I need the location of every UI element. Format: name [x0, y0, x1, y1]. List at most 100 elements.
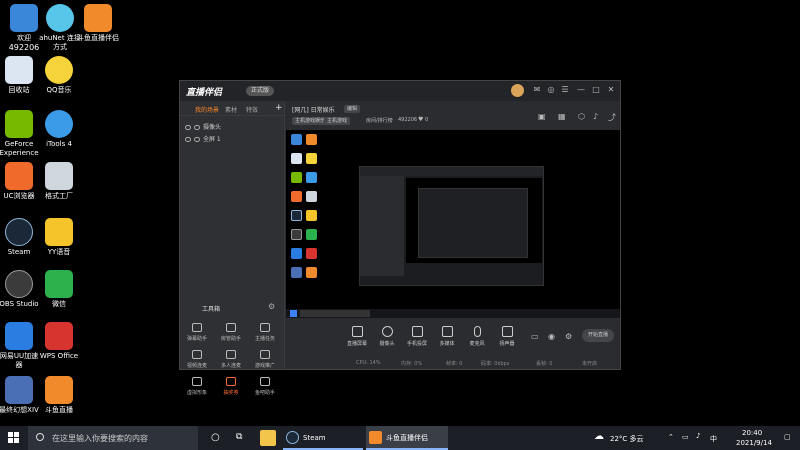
message-icon[interactable]: ✉: [532, 85, 542, 95]
monitor-icon: [351, 326, 363, 337]
desktop-icon-wps[interactable]: WPS Office: [37, 322, 81, 361]
tool-multi-link[interactable]: 多人连麦: [214, 350, 248, 369]
desktop-icon-obs[interactable]: OBS Studio: [0, 270, 41, 309]
version-badge[interactable]: 正式版: [246, 86, 275, 96]
camera-icon: [381, 326, 393, 337]
file-explorer-icon[interactable]: [260, 430, 276, 446]
skin-icon[interactable]: ◎: [546, 85, 556, 95]
cortana-icon[interactable]: ○: [211, 432, 220, 443]
network-icon[interactable]: ▭: [682, 433, 689, 441]
notification-icon[interactable]: ▢: [784, 433, 791, 441]
wps-icon: [45, 322, 73, 350]
menu-icon[interactable]: ☰: [560, 85, 570, 95]
taskbar-steam[interactable]: Steam: [283, 426, 363, 450]
screen-capture-button[interactable]: 直播屏幕: [342, 326, 372, 347]
tool-tasks[interactable]: 主播任务: [248, 323, 282, 342]
media-button[interactable]: 多媒体: [432, 326, 462, 347]
tool-label: 游戏推广: [254, 363, 275, 369]
grid-icon[interactable]: ▦: [558, 112, 566, 121]
desktop-icon-yy[interactable]: YY语音: [37, 218, 81, 257]
desktop-icon-ff14[interactable]: 最终幻想XIV: [0, 376, 41, 415]
source-item[interactable]: 全屏 1: [185, 134, 221, 143]
settings-icon[interactable]: ⚙: [565, 332, 572, 341]
search-icon: [36, 433, 44, 441]
preview-app-icon: [306, 134, 317, 145]
avatar-icon: [192, 377, 202, 386]
live-preview[interactable]: [286, 130, 620, 318]
tool-video-link[interactable]: 视频连麦: [180, 350, 214, 369]
desktop-icon-format-factory[interactable]: 格式工厂: [37, 162, 81, 201]
app-icon: [5, 322, 33, 350]
toolbox-settings-icon[interactable]: ⚙: [268, 302, 275, 311]
desktop-icon-uc-browser[interactable]: UC浏览器: [0, 162, 41, 201]
preview-app-icon: [291, 248, 302, 259]
source-item[interactable]: 摄像头: [185, 122, 221, 131]
tool-danmu[interactable]: 弹幕助手: [180, 323, 214, 342]
chevron-up-icon[interactable]: ⌃: [668, 433, 674, 441]
clock-time[interactable]: 20:40: [742, 429, 762, 437]
desktop-icon-recycle-bin[interactable]: 回收站: [0, 56, 41, 95]
add-scene-button[interactable]: +: [275, 103, 283, 113]
bell-icon[interactable]: ♪: [593, 112, 598, 121]
preview-taskbar: [286, 309, 620, 318]
window-titlebar: 直播伴侣 正式版 ✉ ◎ ☰ — □ ✕: [180, 81, 620, 101]
room-tag: 主机游戏: [324, 117, 351, 125]
desktop-icon-qqmusic[interactable]: QQ音乐: [37, 56, 81, 95]
button-label: 麦克风: [469, 341, 485, 347]
microphone-button[interactable]: 麦克风: [462, 326, 492, 347]
speaker-button[interactable]: 扬声器: [492, 326, 522, 347]
phone-icon: [411, 326, 423, 337]
start-live-button[interactable]: 开始直播: [582, 329, 614, 342]
volume-icon[interactable]: ♪: [696, 432, 700, 440]
desktop-icon-label: 斗鱼直播: [45, 406, 73, 414]
gift-icon[interactable]: ▣: [538, 112, 546, 121]
tool-room-admin[interactable]: 房管助手: [214, 323, 248, 342]
close-icon[interactable]: ✕: [606, 85, 616, 95]
clock-date[interactable]: 2021/9/14: [736, 439, 772, 447]
eye-icon[interactable]: [185, 137, 191, 142]
tab-effects[interactable]: 特效: [246, 105, 258, 114]
desktop-icon-uu[interactable]: 网易UU加速器: [0, 322, 41, 370]
tool-label: 虚拟形象: [186, 390, 207, 396]
app-icon: [45, 56, 73, 84]
desktop-icon-geforce[interactable]: GeForce Experience: [0, 110, 41, 158]
record-icon[interactable]: ▭: [531, 332, 539, 341]
minimize-icon[interactable]: —: [576, 85, 586, 95]
room-id: 492206: [398, 117, 418, 123]
taskbar-search[interactable]: 在这里输入你要搜索的内容: [28, 426, 198, 450]
live-status: 未开启: [582, 361, 598, 367]
lock-icon[interactable]: [194, 137, 200, 142]
ime-indicator[interactable]: 中: [710, 434, 717, 444]
desktop-icon-douyu[interactable]: 斗鱼直播: [37, 376, 81, 415]
shield-icon[interactable]: ⬡: [578, 112, 585, 121]
taskbar-douyu-companion[interactable]: 斗鱼直播伴侣: [366, 426, 448, 450]
desktop: 欢迎 492206 ahuNet 连接方式 斗鱼直播伴侣 回收站 QQ音乐 Ge…: [0, 0, 800, 426]
desktop-icon-douyu-companion[interactable]: 斗鱼直播伴侣: [76, 4, 120, 43]
user-icon: [226, 323, 236, 332]
maximize-icon[interactable]: □: [591, 85, 601, 95]
tool-fishbar[interactable]: 鱼吧助手: [248, 377, 282, 396]
tool-lottery[interactable]: 抽奖券: [214, 377, 248, 396]
weather-text[interactable]: 22°C 多云: [610, 434, 644, 444]
desktop-icon-wechat[interactable]: 微信: [37, 270, 81, 309]
desktop-icon-label: YY语音: [47, 248, 71, 256]
eye-icon[interactable]: ◉: [548, 332, 555, 341]
windows-start-icon[interactable]: [8, 432, 20, 444]
eye-icon[interactable]: [185, 125, 191, 130]
tool-game-promo[interactable]: 游戏推广: [248, 350, 282, 369]
desktop-icon-steam[interactable]: Steam: [0, 218, 41, 257]
weather-icon[interactable]: ☁: [594, 431, 604, 442]
avatar[interactable]: [511, 84, 524, 97]
tab-my-scene[interactable]: 我的场景: [195, 105, 219, 114]
edit-button[interactable]: 编辑: [344, 105, 361, 113]
cpu-stat: CPU: 14%: [356, 360, 381, 366]
desktop-icon-itools[interactable]: iTools 4: [37, 110, 81, 149]
tool-avatar[interactable]: 虚拟形象: [180, 377, 214, 396]
phone-cast-button[interactable]: 手机投屏: [402, 326, 432, 347]
app-icon: [5, 162, 33, 190]
tab-material[interactable]: 素材: [225, 105, 237, 114]
task-view-icon[interactable]: ⧉: [236, 432, 242, 442]
camera-button[interactable]: 摄像头: [372, 326, 402, 347]
share-icon[interactable]: ⤴: [608, 112, 616, 123]
lock-icon[interactable]: [194, 125, 200, 130]
